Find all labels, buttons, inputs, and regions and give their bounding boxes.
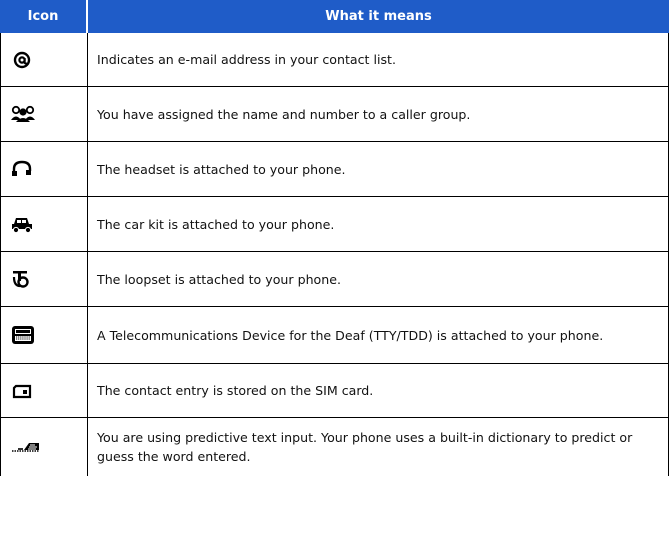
predictive-text-icon	[12, 443, 39, 452]
table-row: Indicates an e-mail address in your cont…	[0, 33, 669, 87]
table-header: Icon What it means	[0, 0, 669, 33]
row-description: Indicates an e-mail address in your cont…	[88, 33, 669, 86]
row-description: You have assigned the name and number to…	[88, 87, 669, 141]
headset-icon	[12, 160, 32, 176]
row-description: The headset is attached to your phone.	[88, 142, 669, 196]
row-description: The car kit is attached to your phone.	[88, 197, 669, 251]
caller-group-icon	[11, 105, 35, 122]
car-icon	[12, 218, 32, 234]
row-description: The loopset is attached to your phone.	[88, 252, 669, 306]
table-row: A Telecommunications Device for the Deaf…	[0, 307, 669, 364]
row-description: A Telecommunications Device for the Deaf…	[88, 307, 669, 363]
row-description: You are using predictive text input. You…	[88, 418, 669, 476]
header-meaning-column: What it means	[325, 9, 432, 24]
table-row: The car kit is attached to your phone.	[0, 197, 669, 252]
tty-device-icon	[12, 326, 34, 344]
table-row: The contact entry is stored on the SIM c…	[0, 364, 669, 418]
table-row: You are using predictive text input. You…	[0, 418, 669, 476]
table-row: You have assigned the name and number to…	[0, 87, 669, 142]
at-sign-icon	[13, 51, 31, 68]
table-row: The headset is attached to your phone.	[0, 142, 669, 197]
header-icon-column: Icon	[0, 0, 88, 33]
row-description: The contact entry is stored on the SIM c…	[88, 364, 669, 417]
loopset-icon	[12, 271, 29, 288]
table-row: The loopset is attached to your phone.	[0, 252, 669, 307]
sim-card-icon	[12, 384, 32, 398]
icon-legend-table: Icon What it means Indicates an e-mail a…	[0, 0, 669, 476]
